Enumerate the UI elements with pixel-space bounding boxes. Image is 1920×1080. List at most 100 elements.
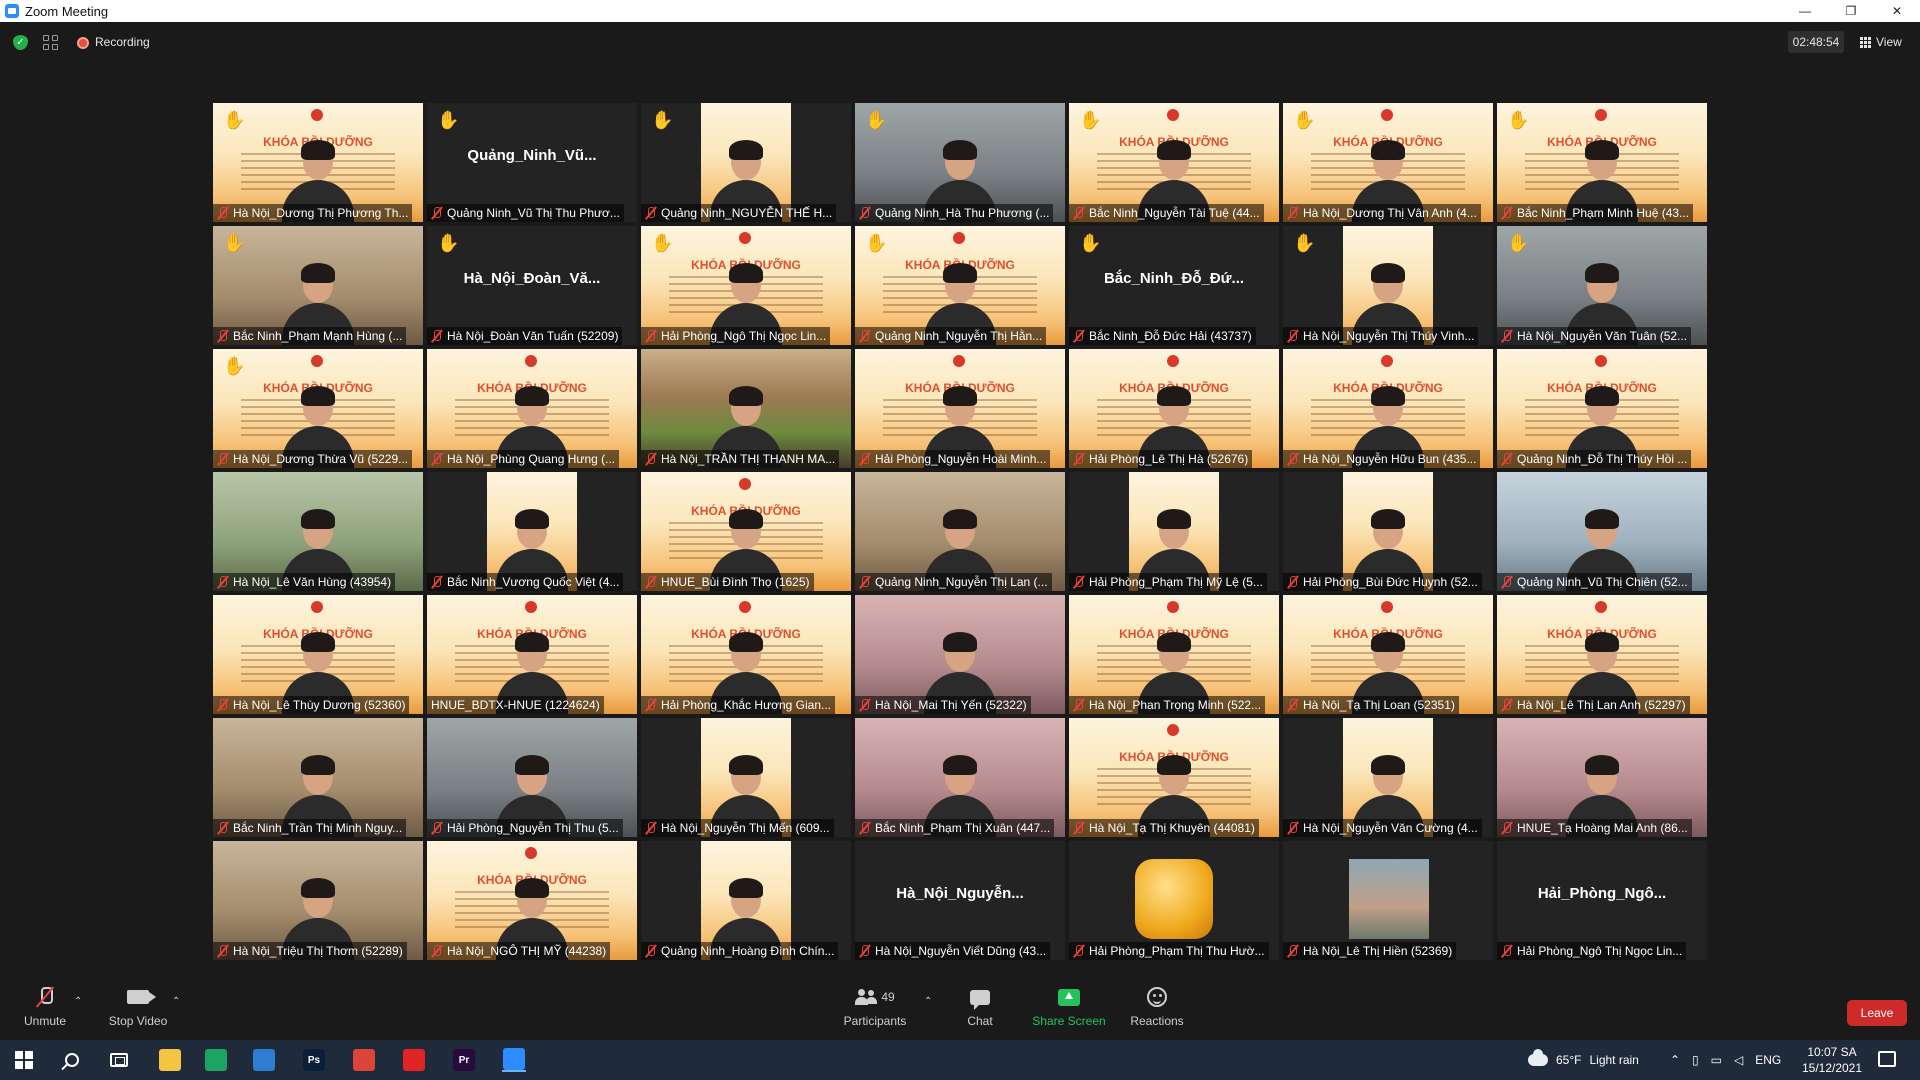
participant-name-bar: Hà Nội_Tạ Thị Loan (52351)	[1283, 696, 1459, 714]
search-button[interactable]	[60, 1048, 84, 1072]
participant-tile[interactable]: Hải Phòng_Nguyễn Thị Thu (5...	[427, 718, 637, 837]
audio-options-caret-icon[interactable]: ⌃	[74, 996, 82, 1007]
stop-video-button[interactable]: Stop Video	[98, 984, 178, 1028]
participant-tile[interactable]: KHÓA BỒI DƯỠNG✋Hải Phòng_Ngô Thị Ngọc Li…	[641, 226, 851, 345]
participant-tile[interactable]: KHÓA BỒI DƯỠNG✋Hà Nội_Dương Thị Vân Anh …	[1283, 103, 1493, 222]
network-icon[interactable]: ▭	[1711, 1053, 1722, 1067]
muted-microphone-icon	[216, 821, 230, 835]
participants-button[interactable]: 49 Participants	[834, 984, 916, 1028]
participant-tile[interactable]: Quảng Ninh_Hoàng Đình Chín...	[641, 841, 851, 960]
store-taskbar-button[interactable]	[252, 1048, 276, 1072]
participant-tile[interactable]: KHÓA BỒI DƯỠNGHải Phòng_Lê Thị Hà (52676…	[1069, 349, 1279, 468]
participant-tile[interactable]: Hà Nội_Triệu Thị Thơm (52289)	[213, 841, 423, 960]
tray-overflow-chevron-icon[interactable]: ⌃	[1670, 1053, 1680, 1067]
emblem-icon	[1595, 601, 1607, 613]
participant-tile[interactable]: Bắc Ninh_Vương Quốc Việt (4...	[427, 472, 637, 591]
input-language[interactable]: ENG	[1755, 1053, 1781, 1067]
participant-tile[interactable]: KHÓA BỒI DƯỠNGHà Nội_Tạ Thị Khuyên (4408…	[1069, 718, 1279, 837]
photoshop-taskbar-button[interactable]: Ps	[302, 1048, 326, 1072]
participants-options-caret-icon[interactable]: ⌃	[924, 996, 932, 1007]
participant-tile[interactable]: Hà Nội_Lê Thị Hiền (52369)	[1283, 841, 1493, 960]
participant-name: Hà Nội_Lê Văn Hùng (43954)	[233, 575, 392, 589]
file-explorer-taskbar-button[interactable]	[158, 1048, 182, 1072]
share-screen-button[interactable]: Share Screen	[1028, 984, 1110, 1028]
participant-tile[interactable]: KHÓA BỒI DƯỠNGHNUE_BDTX-HNUE (1224624)	[427, 595, 637, 714]
participant-tile[interactable]: KHÓA BỒI DƯỠNG✋Bắc Ninh_Nguyễn Tài Tuệ (…	[1069, 103, 1279, 222]
participant-name-bar: Hải Phòng_Nguyễn Thị Thu (5...	[427, 819, 623, 837]
participant-tile[interactable]: Quảng Ninh_Vũ Thị Chiên (52...	[1497, 472, 1707, 591]
muted-microphone-icon	[1072, 821, 1086, 835]
reactions-label: Reactions	[1130, 1014, 1184, 1028]
participant-tile[interactable]: KHÓA BỒI DƯỠNG✋Quảng Ninh_Nguyễn Thị Hằn…	[855, 226, 1065, 345]
participant-tile[interactable]: KHÓA BỒI DƯỠNGHà Nội_Nguyễn Hữu Bun (435…	[1283, 349, 1493, 468]
notification-center-icon[interactable]	[1878, 1051, 1896, 1067]
recording-label[interactable]: Recording	[95, 35, 150, 49]
participant-tile[interactable]: KHÓA BỒI DƯỠNGQuảng Ninh_Đỗ Thị Thúy Hồi…	[1497, 349, 1707, 468]
participant-tile[interactable]: Hải Phòng_Phạm Thị Thu Hườ...	[1069, 841, 1279, 960]
chat-button[interactable]: Chat	[940, 984, 1020, 1028]
participant-tile[interactable]: Hà_Nội_Nguyễn... Hà Nội_Nguyễn Viết Dũng …	[855, 841, 1065, 960]
participant-tile[interactable]: Quảng_Ninh_Vũ... ✋ Quảng Ninh_Vũ Thị Thu P…	[427, 103, 637, 222]
leave-button[interactable]: Leave	[1847, 1000, 1907, 1026]
participant-tile[interactable]: Hà_Nội_Đoàn_Vă... ✋ Hà Nội_Đoàn Văn Tuấn (…	[427, 226, 637, 345]
restore-button[interactable]: ❐	[1828, 0, 1874, 22]
recording-icon[interactable]	[77, 37, 89, 49]
participant-tile[interactable]: KHÓA BỒI DƯỠNGHà Nội_Lê Thị Lan Anh (522…	[1497, 595, 1707, 714]
encryption-shield-icon[interactable]: ✓	[13, 35, 28, 50]
participant-name: Bắc Ninh_Vương Quốc Việt (4...	[447, 575, 620, 589]
muted-microphone-icon	[644, 452, 658, 466]
participant-tile[interactable]: KHÓA BỒI DƯỠNGHải Phòng_Nguyễn Hoài Minh…	[855, 349, 1065, 468]
zoom-taskbar-button[interactable]	[502, 1048, 526, 1072]
search-icon	[65, 1053, 79, 1067]
participant-tile[interactable]: Bắc Ninh_Phạm Thị Xuân (447...	[855, 718, 1065, 837]
meeting-info-grid-icon[interactable]	[43, 35, 58, 50]
participant-tile[interactable]: KHÓA BỒI DƯỠNGHải Phòng_Khắc Hương Gian.…	[641, 595, 851, 714]
participant-name: Quảng Ninh_Hà Thu Phương (...	[875, 206, 1050, 220]
participant-tile[interactable]: Quảng Ninh_Nguyễn Thị Lan (...	[855, 472, 1065, 591]
participant-name-bar: Hà Nội_Mai Thị Yến (52322)	[855, 696, 1031, 714]
participant-tile[interactable]: KHÓA BỒI DƯỠNG✋Bắc Ninh_Phạm Minh Huệ (4…	[1497, 103, 1707, 222]
participant-tile[interactable]: Hà Nội_Lê Văn Hùng (43954)	[213, 472, 423, 591]
participant-tile[interactable]: Hải_Phòng_Ngô... Hải Phòng_Ngô Thị Ngọc L…	[1497, 841, 1707, 960]
participant-tile[interactable]: Hà Nội_Nguyễn Thị Mến (609...	[641, 718, 851, 837]
participant-tile[interactable]: Bắc_Ninh_Đỗ_Đứ... ✋ Bắc Ninh_Đỗ Đức Hải (4…	[1069, 226, 1279, 345]
participant-tile[interactable]: ✋ Hà Nội_Nguyễn Văn Tuân (52...	[1497, 226, 1707, 345]
participant-tile[interactable]: KHÓA BỒI DƯỠNGHNUE_Bùi Đình Thọ (1625)	[641, 472, 851, 591]
battery-icon[interactable]: ▯	[1692, 1053, 1699, 1067]
windows-start-button[interactable]	[12, 1048, 36, 1072]
participant-tile[interactable]: KHÓA BỒI DƯỠNGHà Nội_Tạ Thị Loan (52351)	[1283, 595, 1493, 714]
participant-tile[interactable]: Hà Nội_TRẦN THỊ THANH MA...	[641, 349, 851, 468]
participant-tile[interactable]: KHÓA BỒI DƯỠNGHà Nội_Lê Thùy Dương (5236…	[213, 595, 423, 714]
participant-tile[interactable]: KHÓA BỒI DƯỠNGHà Nội_Phan Trọng Minh (52…	[1069, 595, 1279, 714]
messenger-taskbar-button[interactable]	[402, 1048, 426, 1072]
task-view-button[interactable]	[107, 1048, 131, 1072]
minimize-button[interactable]: —	[1782, 0, 1828, 22]
participant-tile[interactable]: Hải Phòng_Bùi Đức Huynh (52...	[1283, 472, 1493, 591]
participant-tile[interactable]: Hà Nội_Nguyễn Văn Cường (4...	[1283, 718, 1493, 837]
video-options-caret-icon[interactable]: ⌃	[172, 996, 180, 1007]
participant-tile[interactable]: ✋ Quảng Ninh_NGUYỄN THẾ H...	[641, 103, 851, 222]
participant-tile[interactable]: ✋ Hà Nội_Nguyễn Thị Thúy Vinh...	[1283, 226, 1493, 345]
participant-tile[interactable]: KHÓA BỒI DƯỠNGHà Nội_Phùng Quang Hưng (.…	[427, 349, 637, 468]
participant-name-bar: Bắc Ninh_Phạm Minh Huệ (43...	[1497, 204, 1694, 222]
chrome-alt-taskbar-button[interactable]	[204, 1048, 228, 1072]
participant-tile[interactable]: Hà Nội_Mai Thị Yến (52322)	[855, 595, 1065, 714]
participant-tile[interactable]: Bắc Ninh_Trần Thị Minh Nguy...	[213, 718, 423, 837]
premiere-taskbar-button[interactable]: Pr	[452, 1048, 476, 1072]
chrome-taskbar-button[interactable]	[352, 1048, 376, 1072]
reactions-button[interactable]: Reactions	[1117, 984, 1197, 1028]
taskbar-clock[interactable]: 10:07 SA 15/12/2021	[1800, 1044, 1864, 1076]
close-button[interactable]: ✕	[1874, 0, 1920, 22]
unmute-button[interactable]: Unmute	[5, 984, 85, 1028]
muted-microphone-icon	[216, 206, 230, 220]
participant-tile[interactable]: KHÓA BỒI DƯỠNG✋Hà Nội_Dương Thừa Vũ (522…	[213, 349, 423, 468]
participant-tile[interactable]: HNUE_Tạ Hoàng Mai Anh (86...	[1497, 718, 1707, 837]
participant-tile[interactable]: Hải Phòng_Phạm Thị Mỹ Lệ (5...	[1069, 472, 1279, 591]
participant-tile[interactable]: KHÓA BỒI DƯỠNG✋Hà Nội_Dương Thị Phương T…	[213, 103, 423, 222]
participant-tile[interactable]: KHÓA BỒI DƯỠNGHà Nội_NGÔ THỊ MỸ (44238)	[427, 841, 637, 960]
view-button[interactable]: View	[1860, 31, 1902, 53]
participant-tile[interactable]: ✋ Bắc Ninh_Phạm Mạnh Hùng (...	[213, 226, 423, 345]
volume-icon[interactable]: ◁	[1734, 1053, 1743, 1067]
weather-widget[interactable]: 65°F Light rain	[1528, 1040, 1639, 1080]
participant-tile[interactable]: ✋ Quảng Ninh_Hà Thu Phương (...	[855, 103, 1065, 222]
